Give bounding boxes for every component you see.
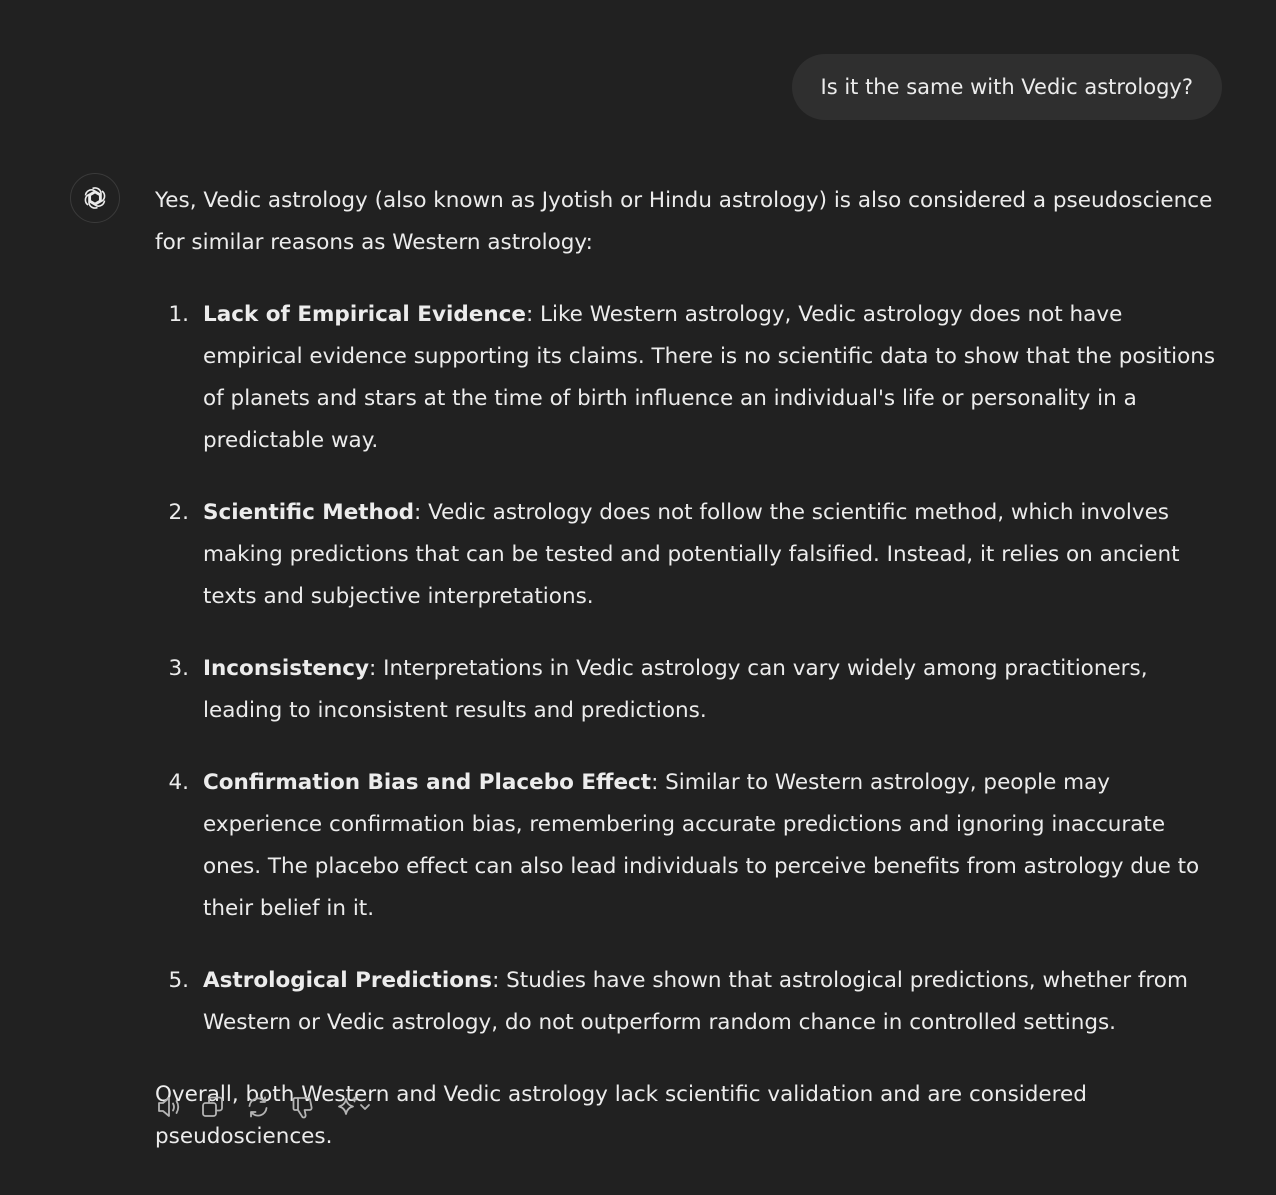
list-item: 5. Astrological Predictions: Studies hav…	[155, 960, 1225, 1044]
user-message-bubble: Is it the same with Vedic astrology?	[791, 54, 1222, 120]
assistant-avatar	[70, 173, 120, 223]
list-item: 4. Confirmation Bias and Placebo Effect:…	[155, 762, 1225, 930]
list-item-number: 5.	[168, 968, 189, 993]
bad-response-button[interactable]	[290, 1091, 335, 1123]
list-item-number: 2.	[168, 500, 189, 525]
copy-button[interactable]	[200, 1091, 245, 1123]
thumbs-down-icon	[292, 1097, 313, 1119]
list-item: 2. Scientific Method: Vedic astrology do…	[155, 492, 1225, 618]
list-item-title: Inconsistency	[203, 656, 370, 681]
speaker-icon	[158, 1097, 180, 1117]
openai-logo-icon	[84, 187, 106, 209]
list-item-number: 4.	[168, 770, 189, 795]
copy-icon	[202, 1096, 223, 1117]
assistant-intro: Yes, Vedic astrology (also known as Jyot…	[155, 188, 1213, 255]
regenerate-icon	[248, 1096, 268, 1118]
list-item: 1. Lack of Empirical Evidence: Like West…	[155, 294, 1225, 462]
reasons-list: 1. Lack of Empirical Evidence: Like West…	[155, 294, 1225, 1044]
regenerate-button[interactable]	[245, 1091, 290, 1123]
user-message-text: Is it the same with Vedic astrology?	[820, 75, 1193, 99]
message-actions	[155, 1091, 385, 1123]
switch-model-button[interactable]	[335, 1091, 385, 1123]
list-item-title: Confirmation Bias and Placebo Effect	[203, 770, 652, 795]
list-item-number: 1.	[168, 302, 189, 327]
list-item-title: Lack of Empirical Evidence	[203, 302, 526, 327]
list-item-number: 3.	[168, 656, 189, 681]
list-item-title: Scientific Method	[203, 500, 415, 525]
sparkle-model-icon	[338, 1096, 370, 1115]
list-item: 3. Inconsistency: Interpretations in Ved…	[155, 648, 1225, 732]
assistant-message: Yes, Vedic astrology (also known as Jyot…	[155, 180, 1225, 1158]
read-aloud-button[interactable]	[155, 1091, 200, 1123]
list-item-title: Astrological Predictions	[203, 968, 493, 993]
